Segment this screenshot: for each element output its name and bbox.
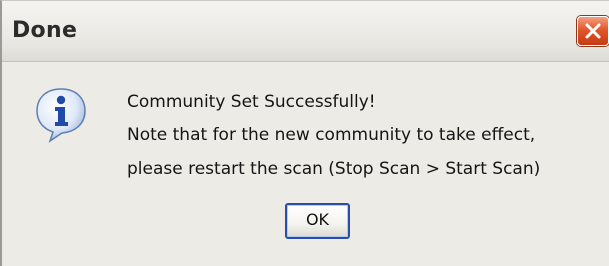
title-bar[interactable]: Done [2, 1, 609, 62]
dialog-window: Done Community Set Successfully! Note th… [0, 0, 609, 266]
message-line-3: please restart the scan (Stop Scan > Sta… [127, 159, 541, 179]
info-icon [36, 88, 86, 143]
message-line-2: Note that for the new community to take … [127, 125, 536, 145]
close-icon [585, 23, 601, 39]
close-button[interactable] [577, 16, 609, 46]
message-line-1: Community Set Successfully! [127, 92, 376, 112]
dialog-title: Done [12, 18, 78, 43]
dialog-content: Community Set Successfully! Note that fo… [2, 62, 609, 266]
ok-button[interactable]: OK [285, 203, 350, 239]
